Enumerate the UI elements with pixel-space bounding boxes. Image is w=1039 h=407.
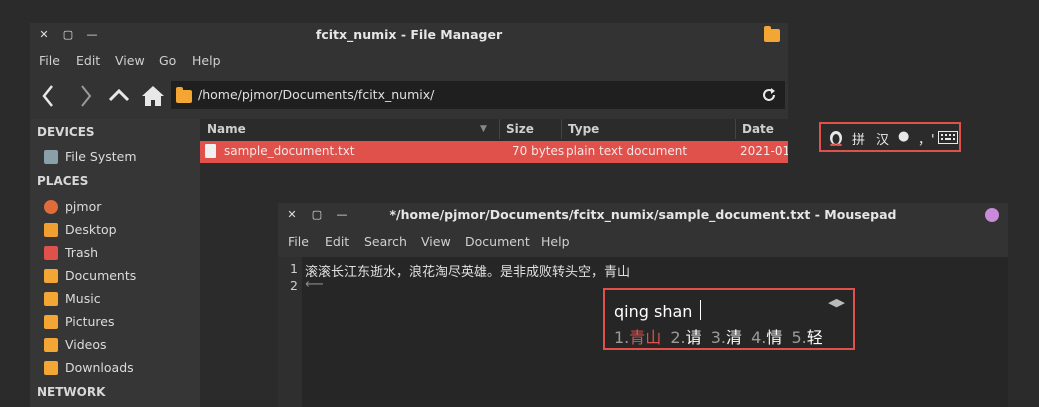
column-name[interactable]: Name	[207, 119, 246, 139]
home-icon	[44, 200, 58, 214]
candidate-3[interactable]: 清	[726, 328, 742, 347]
preedit-text: qing shan	[614, 302, 693, 321]
menu-file[interactable]: File	[39, 53, 60, 68]
places-header: PLACES	[37, 174, 89, 188]
input-method-status-bar: 拼 汉 ● ，'	[819, 122, 961, 152]
devices-header: DEVICES	[37, 125, 95, 139]
candidate-list: 1.青山 2.请 3.清 4.情 5.轻	[614, 328, 823, 347]
text-caret	[700, 300, 701, 320]
menu-go[interactable]: Go	[159, 53, 176, 68]
pictures-icon	[44, 315, 58, 329]
menu-view[interactable]: View	[421, 234, 451, 249]
file-size: 70 bytes	[512, 144, 565, 158]
text-file-icon	[205, 144, 216, 158]
punctuation-indicator[interactable]: ，'	[918, 129, 935, 148]
newline-marker: ⟵	[305, 277, 324, 292]
home-icon[interactable]	[140, 83, 166, 109]
forward-icon[interactable]	[78, 83, 94, 109]
folder-icon	[764, 26, 780, 42]
candidate-1[interactable]: 青山	[629, 328, 661, 347]
titlebar: ✕ ▢ — fcitx_numix - File Manager	[30, 23, 788, 47]
line-number: 2	[290, 278, 298, 293]
mousepad-app-icon	[985, 208, 999, 222]
menu-help[interactable]: Help	[541, 234, 570, 249]
editor-line[interactable]: 滚滚长江东逝水，浪花淘尽英雄。是非成败转头空，青山	[305, 261, 630, 280]
reload-icon[interactable]	[761, 87, 777, 103]
candidate-5[interactable]: 轻	[807, 328, 823, 347]
network-header: NETWORK	[37, 385, 106, 399]
column-type[interactable]: Type	[568, 119, 599, 139]
page-arrows-icon[interactable]: ◀▶	[828, 296, 845, 309]
candidate-2[interactable]: 请	[686, 328, 702, 347]
column-date[interactable]: Date Mo	[742, 119, 788, 156]
menu-file[interactable]: File	[288, 234, 309, 249]
chinese-mode-indicator[interactable]: 汉	[876, 129, 889, 148]
videos-icon	[44, 338, 58, 352]
menu-search[interactable]: Search	[364, 234, 407, 249]
up-icon[interactable]	[107, 83, 131, 109]
candidate-4[interactable]: 情	[766, 328, 782, 347]
menu-help[interactable]: Help	[192, 53, 221, 68]
file-date: 2021-01	[740, 144, 788, 158]
ime-candidate-window: qing shan ◀▶ 1.青山 2.请 3.清 4.情 5.轻	[603, 288, 855, 350]
file-name: sample_document.txt	[224, 144, 355, 158]
menu-edit[interactable]: Edit	[325, 234, 349, 249]
file-type: plain text document	[566, 144, 688, 158]
window-title: */home/pjmor/Documents/fcitx_numix/sampl…	[389, 207, 897, 222]
table-row[interactable]: sample_document.txt 70 bytes plain text …	[200, 141, 788, 163]
drive-icon	[44, 150, 58, 164]
penguin-icon[interactable]	[827, 128, 845, 146]
fullwidth-indicator[interactable]: ●	[898, 129, 909, 144]
pinyin-indicator[interactable]: 拼	[852, 129, 865, 148]
line-number-gutter: 1 2	[278, 257, 302, 407]
location-bar[interactable]: /home/pjmor/Documents/fcitx_numix/	[171, 81, 785, 109]
window-title: fcitx_numix - File Manager	[315, 27, 503, 42]
menu-document[interactable]: Document	[465, 234, 530, 249]
menu-view[interactable]: View	[115, 53, 145, 68]
documents-icon	[44, 269, 58, 283]
path-text[interactable]: /home/pjmor/Documents/fcitx_numix/	[198, 87, 434, 102]
line-number: 1	[290, 261, 298, 276]
column-size[interactable]: Size	[506, 119, 534, 139]
trash-icon	[44, 246, 58, 260]
menu-edit[interactable]: Edit	[76, 53, 100, 68]
folder-icon	[176, 87, 192, 103]
back-icon[interactable]	[40, 83, 56, 109]
music-icon	[44, 292, 58, 306]
downloads-icon	[44, 361, 58, 375]
sidebar: DEVICES File System PLACES pjmor Desktop…	[30, 119, 200, 407]
sort-down-icon: ▼	[480, 124, 487, 134]
keyboard-icon[interactable]	[938, 131, 958, 144]
desktop-icon	[44, 223, 58, 237]
